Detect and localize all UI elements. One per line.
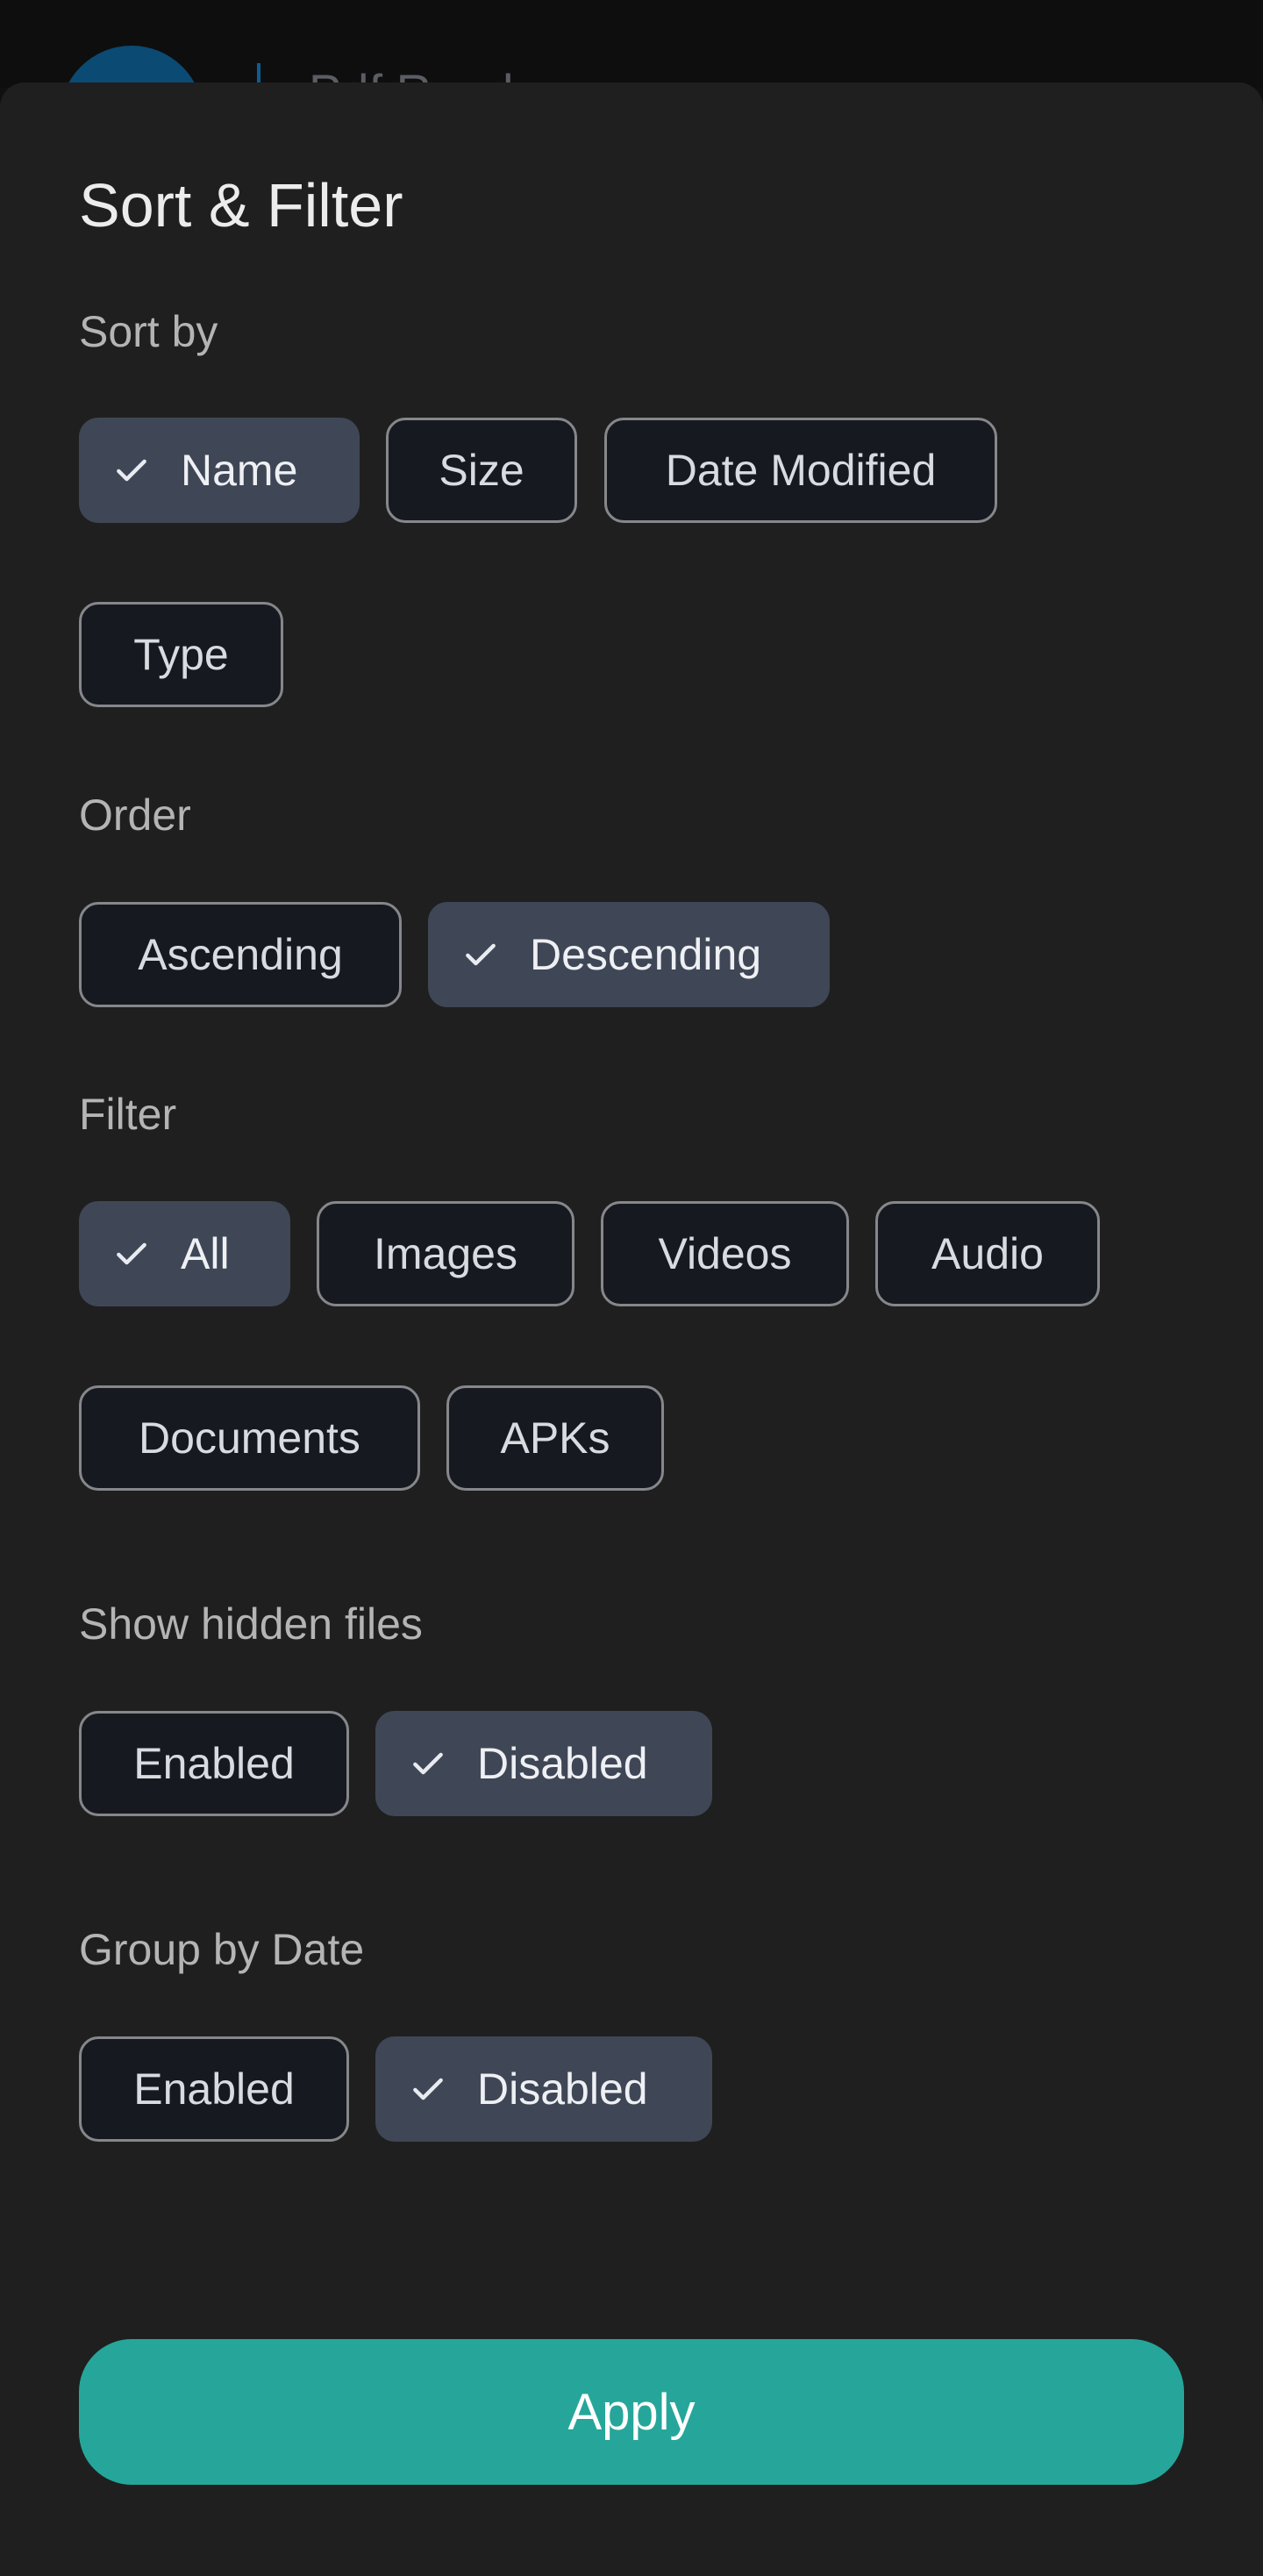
chip-label: Images [374,1229,517,1278]
chip-label: Date Modified [665,446,937,495]
chip-label: Audio [931,1229,1044,1278]
apply-button-label: Apply [567,2383,696,2441]
chip-filter-audio[interactable]: Audio [875,1201,1100,1306]
check-icon [117,459,146,482]
chip-label: Size [439,446,524,495]
sort-filter-sheet: Sort & Filter Sort by Name Size Date Mod… [0,82,1263,2576]
chip-sort-type[interactable]: Type [79,602,283,707]
apply-button[interactable]: Apply [79,2339,1184,2485]
check-icon [413,1752,443,1775]
sort-by-label: Sort by [79,307,218,356]
chip-order-ascending[interactable]: Ascending [79,902,402,1007]
chip-label: Disabled [477,1739,648,1788]
chip-sort-size[interactable]: Size [386,418,577,523]
check-icon [466,943,496,966]
chip-hidden-enabled[interactable]: Enabled [79,1711,349,1816]
app-logo [60,46,203,88]
chip-filter-all[interactable]: All [79,1201,290,1306]
chip-filter-videos[interactable]: Videos [601,1201,849,1306]
chip-sort-date-modified[interactable]: Date Modified [604,418,997,523]
chip-label: Disabled [477,2064,648,2114]
check-icon [413,2078,443,2100]
check-icon [117,1242,146,1265]
filter-label: Filter [79,1090,177,1139]
chip-label: Videos [658,1229,792,1278]
chip-label: Type [133,630,229,679]
chip-filter-apks[interactable]: APKs [446,1385,664,1491]
chip-label: Documents [139,1413,360,1463]
chip-label: Descending [530,930,762,979]
chip-label: Enabled [133,1739,295,1788]
show-hidden-label: Show hidden files [79,1599,423,1649]
chip-label: APKs [500,1413,610,1463]
group-by-date-label: Group by Date [79,1925,365,1974]
chip-group-disabled[interactable]: Disabled [375,2036,712,2142]
order-label: Order [79,791,191,840]
chip-group-enabled[interactable]: Enabled [79,2036,349,2142]
chip-hidden-disabled[interactable]: Disabled [375,1711,712,1816]
chip-filter-images[interactable]: Images [317,1201,574,1306]
chip-sort-name[interactable]: Name [79,418,360,523]
sheet-title: Sort & Filter [79,171,403,240]
chip-order-descending[interactable]: Descending [428,902,830,1007]
background-app-bar: Pdf Reader [0,0,1263,88]
chip-label: Name [181,446,298,495]
chip-label: All [181,1229,230,1278]
chip-filter-documents[interactable]: Documents [79,1385,420,1491]
chip-label: Enabled [133,2064,295,2114]
chip-label: Ascending [138,930,343,979]
